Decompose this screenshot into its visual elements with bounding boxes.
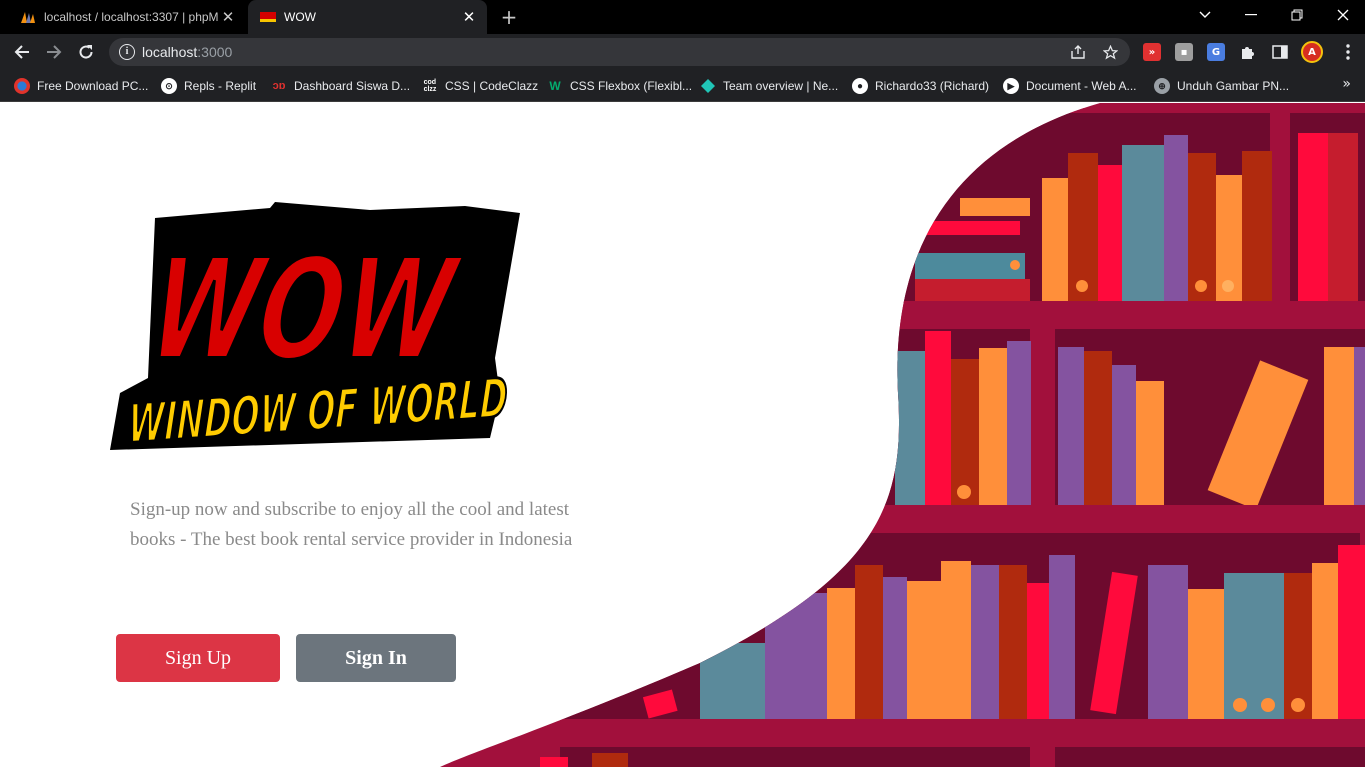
extensions-puzzle-icon[interactable] xyxy=(1239,43,1257,61)
restore-icon[interactable] xyxy=(1274,0,1320,30)
w3schools-icon: W xyxy=(549,79,561,93)
back-icon[interactable] xyxy=(8,38,36,66)
tagline: Sign-up now and subscribe to enjoy all t… xyxy=(130,499,573,550)
address-bar[interactable]: i localhost:3000 xyxy=(109,38,1130,66)
replit-icon: ⊙ xyxy=(161,78,177,94)
dicoding-icon: ɔɒ xyxy=(272,80,286,92)
bookmark-star-icon[interactable] xyxy=(1102,44,1118,60)
sign-in-button[interactable]: Sign In xyxy=(296,634,456,682)
tab-wow[interactable]: WOW ✕ xyxy=(248,0,487,34)
google-translate-icon[interactable]: G xyxy=(1207,43,1225,61)
github-icon: ● xyxy=(852,78,868,94)
bookmark-label: Richardo33 (Richard) xyxy=(875,79,990,93)
tab-strip: localhost / localhost:3307 | phpM ✕ WOW … xyxy=(0,0,1365,34)
share-icon[interactable] xyxy=(1070,44,1086,60)
browser-toolbar: i localhost:3000 » ▪ G A xyxy=(0,34,1365,70)
more-bookmarks-icon[interactable]: » xyxy=(1342,76,1351,92)
bookmark-github[interactable]: ● Richardo33 (Richard) xyxy=(852,76,989,96)
forward-icon[interactable] xyxy=(40,38,68,66)
new-tab-button[interactable]: + xyxy=(498,5,520,29)
minimize-icon[interactable] xyxy=(1228,0,1274,30)
codeclazz-icon: cod clzz xyxy=(423,79,437,93)
bookmarks-bar: Free Download PC... ⊙ Repls - Replit ɔɒ … xyxy=(0,70,1365,102)
chrome-menu-icon[interactable] xyxy=(1334,38,1362,66)
bookmark-dicoding[interactable]: ɔɒ Dashboard Siswa D... xyxy=(271,76,410,96)
webapp-icon: ▶ xyxy=(1003,78,1019,94)
globe-icon: ⊕ xyxy=(1154,78,1170,94)
bookmark-replit[interactable]: ⊙ Repls - Replit xyxy=(161,76,256,96)
bookmark-codeclazz[interactable]: cod clzz CSS | CodeClazz xyxy=(422,76,539,96)
close-tab-icon[interactable]: ✕ xyxy=(218,8,238,26)
close-tab-icon[interactable]: ✕ xyxy=(459,8,479,26)
bookmark-label: Document - Web A... xyxy=(1026,79,1137,93)
bookmark-label: CSS Flexbox (Flexibl... xyxy=(570,79,693,93)
tab-search-icon[interactable] xyxy=(1182,0,1228,30)
bookmark-free-download[interactable]: Free Download PC... xyxy=(14,76,148,96)
bookmark-netlify[interactable]: Team overview | Ne... xyxy=(700,76,838,96)
tab-title: localhost / localhost:3307 | phpM xyxy=(44,10,218,24)
extension-red-icon[interactable]: » xyxy=(1143,43,1161,61)
sign-up-button[interactable]: Sign Up xyxy=(116,634,280,682)
profile-avatar[interactable]: A xyxy=(1301,41,1323,63)
bookmark-label: Unduh Gambar PN... xyxy=(1177,79,1290,93)
bookmark-label: Dashboard Siswa D... xyxy=(294,79,411,93)
site-info-icon[interactable]: i xyxy=(119,44,135,60)
address-url: localhost:3000 xyxy=(142,44,233,60)
extension-gray-icon[interactable]: ▪ xyxy=(1175,43,1193,61)
wow-logo[interactable]: WOW WINDOW OF WORLD xyxy=(100,198,530,458)
bookmark-label: Repls - Replit xyxy=(184,79,257,93)
bookmark-document[interactable]: ▶ Document - Web A... xyxy=(1003,76,1137,96)
phpmyadmin-icon xyxy=(20,9,36,25)
close-window-icon[interactable] xyxy=(1320,0,1365,30)
bookmark-label: CSS | CodeClazz xyxy=(445,79,539,93)
tab-title: WOW xyxy=(284,10,316,24)
bookmark-w3schools[interactable]: W CSS Flexbox (Flexibl... xyxy=(547,76,692,96)
bookmark-label: Team overview | Ne... xyxy=(723,79,839,93)
tab-phpmyadmin[interactable]: localhost / localhost:3307 | phpM ✕ xyxy=(8,0,246,34)
logo-wow-text: WOW xyxy=(141,229,468,392)
page-viewport: WOW WINDOW OF WORLD Sign-up now and subs… xyxy=(0,103,1365,767)
bookmark-unduh-gambar[interactable]: ⊕ Unduh Gambar PN... xyxy=(1154,76,1289,96)
reload-icon[interactable] xyxy=(72,38,100,66)
side-panel-icon[interactable] xyxy=(1271,43,1289,61)
bookmark-label: Free Download PC... xyxy=(37,79,149,93)
wow-favicon-icon xyxy=(260,9,276,25)
gamecity-icon xyxy=(14,78,30,94)
netlify-icon xyxy=(700,78,716,94)
